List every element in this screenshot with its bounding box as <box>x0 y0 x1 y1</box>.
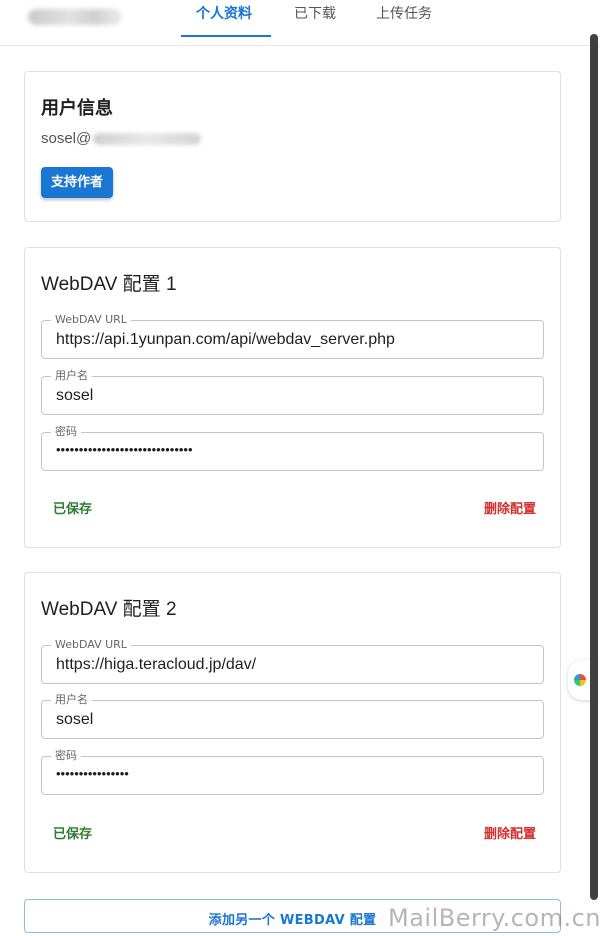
webdav-url-label: WebDAV URL <box>51 638 131 652</box>
password-label: 密码 <box>51 749 81 763</box>
webdav-url-value: https://api.1yunpan.com/api/webdav_serve… <box>56 331 395 348</box>
username-label: 用户名 <box>51 369 92 383</box>
support-author-button[interactable]: 支持作者 <box>41 167 114 198</box>
delete-config-button[interactable]: 删除配置 <box>484 823 536 842</box>
password-label: 密码 <box>51 425 81 439</box>
scrollbar[interactable] <box>588 0 600 936</box>
user-email: sosel@ <box>41 130 202 147</box>
username-field[interactable]: 用户名 sosel <box>41 693 544 739</box>
tab-profile[interactable]: 个人资料 <box>196 6 252 38</box>
username-label: 用户名 <box>51 693 92 707</box>
password-value: •••••••••••••••••••••••••••••• <box>56 442 193 457</box>
watermark-text: MailBerry.com.cn <box>388 904 600 932</box>
webdav-url-field[interactable]: WebDAV URL https://higa.teracloud.jp/dav… <box>41 638 544 684</box>
webdav-url-field[interactable]: WebDAV URL https://api.1yunpan.com/api/w… <box>41 313 544 359</box>
saved-status: 已保存 <box>53 827 93 842</box>
webdav-config-card-2: WebDAV 配置 2 WebDAV URL https://higa.tera… <box>24 572 561 873</box>
tab-upload-tasks[interactable]: 上传任务 <box>376 6 432 38</box>
password-value: •••••••••••••••• <box>56 766 129 781</box>
scrollbar-thumb[interactable] <box>590 34 598 900</box>
user-info-card: 用户信息 sosel@ 支持作者 <box>24 71 561 222</box>
username-field[interactable]: 用户名 sosel <box>41 369 544 415</box>
username-value: sosel <box>56 387 94 404</box>
webdav-config-title: WebDAV 配置 1 <box>41 274 177 295</box>
webdav-config-title: WebDAV 配置 2 <box>41 599 177 620</box>
user-info-title: 用户信息 <box>41 98 113 119</box>
active-tab-indicator <box>181 35 271 37</box>
password-field[interactable]: 密码 •••••••••••••••• <box>41 749 544 795</box>
color-wheel-icon <box>574 674 586 686</box>
app-logo <box>28 9 122 25</box>
top-navigation: 个人资料 已下载 上传任务 <box>0 0 600 46</box>
password-field[interactable]: 密码 •••••••••••••••••••••••••••••• <box>41 425 544 471</box>
tab-downloaded[interactable]: 已下载 <box>294 6 336 38</box>
webdav-config-card-1: WebDAV 配置 1 WebDAV URL https://api.1yunp… <box>24 247 561 548</box>
email-redacted <box>93 133 202 146</box>
delete-config-button[interactable]: 删除配置 <box>484 498 536 517</box>
webdav-url-value: https://higa.teracloud.jp/dav/ <box>56 656 257 673</box>
webdav-url-label: WebDAV URL <box>51 313 131 327</box>
email-prefix: sosel@ <box>41 130 92 147</box>
saved-status: 已保存 <box>53 502 93 517</box>
username-value: sosel <box>56 711 94 728</box>
